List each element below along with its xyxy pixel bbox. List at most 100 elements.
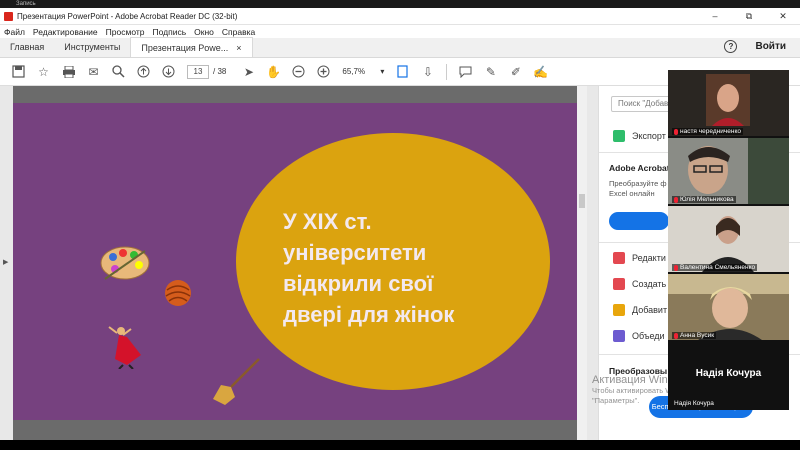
promo-text-line1: Преобразуйте ф (609, 179, 667, 188)
zoom-level-value: 65,7% (342, 66, 366, 76)
menu-window[interactable]: Окно (190, 27, 218, 37)
export-pdf-label: Экспорт (632, 131, 666, 141)
page-total-value: 38 (217, 67, 227, 76)
promo-text-line2: Excel онлайн (609, 189, 655, 198)
participant-name: Юлія Мельникова (672, 196, 736, 203)
dancer-icon (108, 326, 141, 369)
tab-home[interactable]: Главная (0, 37, 54, 57)
zoom-level-select[interactable]: 65,7% ▾ (342, 65, 384, 79)
participant-name: настя чередниченко (672, 128, 743, 135)
tab-document[interactable]: Презентация Powe... × (130, 37, 253, 57)
tab-tools[interactable]: Инструменты (54, 37, 130, 57)
scrollbar-thumb[interactable] (579, 194, 585, 208)
save-icon[interactable] (6, 63, 31, 81)
mic-muted-icon (674, 332, 678, 339)
participant-name-text: настя чередниченко (680, 128, 741, 135)
document-scrollbar[interactable] (577, 86, 587, 440)
taskbar-edge (0, 440, 800, 450)
zoom-out-icon[interactable] (286, 63, 311, 81)
menu-view[interactable]: Просмотр (102, 27, 149, 37)
edit-pdf-tool[interactable]: Редакти (613, 252, 666, 264)
participant-tile[interactable]: настя чередниченко (668, 70, 789, 136)
zoom-search-icon[interactable] (106, 63, 131, 81)
window-title: Презентация PowerPoint - Adobe Acrobat R… (17, 11, 238, 21)
signin-button[interactable]: Войти (755, 41, 786, 52)
export-pdf-icon (613, 130, 625, 142)
video-call-panel: настя чередниченко Юлія Мельникова Вален… (668, 70, 789, 410)
mic-muted-icon (674, 264, 678, 271)
participant-tile[interactable]: Валентина Смельяненко (668, 206, 789, 272)
scroll-mode-icon[interactable]: ⇩ (415, 63, 440, 81)
promo-heading: Adobe Acrobat (609, 163, 670, 173)
mic-muted-icon (674, 128, 678, 135)
minimize-button[interactable]: – (698, 11, 732, 21)
comment-icon[interactable] (453, 63, 478, 81)
page-separator: / (213, 67, 216, 76)
create-pdf-icon (613, 278, 625, 290)
tab-document-label: Презентация Powe... (141, 43, 229, 53)
add-comment-tool[interactable]: Добавит (613, 304, 667, 316)
export-pdf-tool[interactable]: Экспорт (613, 130, 666, 142)
bookmark-star-icon[interactable]: ☆ (31, 63, 56, 81)
palette-icon (100, 246, 150, 280)
next-page-icon[interactable] (156, 63, 181, 81)
tab-close-icon[interactable]: × (236, 43, 241, 53)
participant-name-text: Анна Вусик (680, 332, 715, 339)
toolbar-divider (446, 63, 448, 80)
email-icon[interactable]: ✉ (81, 63, 106, 81)
combine-files-label: Объеди (632, 331, 665, 341)
slide-top-margin (13, 86, 577, 103)
close-button[interactable]: ✕ (766, 11, 800, 22)
participant-video-icon (706, 74, 750, 126)
highlight-pen-icon[interactable]: ✎ (478, 63, 503, 81)
participant-tile[interactable]: Юлія Мельникова (668, 138, 789, 204)
help-icon[interactable]: ? (724, 40, 738, 53)
participant-name: Валентина Смельяненко (672, 264, 758, 271)
slide-text: У XIX ст. університети відкрили свої две… (283, 209, 455, 327)
combine-files-tool[interactable]: Объеди (613, 330, 665, 342)
page-number-input[interactable]: 13 (187, 64, 209, 79)
menu-sign[interactable]: Подпись (149, 27, 191, 37)
add-comment-label: Добавит (632, 305, 668, 315)
acrobat-app-icon (4, 11, 13, 21)
left-panel-toggle-icon[interactable]: ▶ (3, 258, 8, 266)
participant-tile[interactable]: Анна Вусик (668, 274, 789, 340)
menu-file[interactable]: Файл (0, 27, 29, 37)
broom-icon (213, 358, 260, 405)
fill-sign-icon[interactable]: ✍ (528, 63, 553, 81)
page-fit-icon[interactable] (390, 63, 415, 81)
edit-pdf-label: Редакти (632, 253, 666, 263)
slide: У XIX ст. університети відкрили свої две… (13, 103, 577, 420)
tab-bar: Главная Инструменты Презентация Powe... … (0, 37, 800, 58)
menu-edit[interactable]: Редактирование (29, 27, 102, 37)
participant-video-icon (668, 274, 789, 340)
menu-help[interactable]: Справка (218, 27, 259, 37)
edit-pdf-icon (613, 252, 625, 264)
screen: Запись Презентация PowerPoint - Adobe Ac… (0, 0, 800, 450)
recording-indicator: Запись (0, 0, 800, 8)
slide-bottom-margin (13, 420, 577, 440)
active-speaker-tile[interactable]: Надія Кочура Надія Кочура (668, 342, 789, 410)
page-total: / 38 (213, 67, 226, 76)
window-titlebar: Презентация PowerPoint - Adobe Acrobat R… (0, 8, 800, 25)
maximize-button[interactable]: ⧉ (732, 11, 766, 22)
prev-page-icon[interactable] (131, 63, 156, 81)
create-pdf-label: Создать (632, 279, 667, 289)
add-comment-icon (613, 304, 625, 316)
draw-icon[interactable]: ✐ (503, 63, 528, 81)
zoom-in-icon[interactable] (311, 63, 336, 81)
chevron-down-icon: ▾ (380, 66, 385, 76)
hand-tool-icon[interactable]: ✋ (261, 63, 286, 81)
yarn-ball-icon (165, 280, 191, 306)
active-speaker-display-name: Надія Кочура (695, 368, 762, 379)
mic-muted-icon (674, 196, 678, 203)
create-pdf-tool[interactable]: Создать (613, 278, 666, 290)
participant-video-icon (688, 138, 789, 204)
participant-name: Анна Вусик (672, 332, 717, 339)
select-cursor-icon[interactable]: ➤ (236, 63, 261, 81)
participant-name-text: Юлія Мельникова (680, 196, 734, 203)
active-speaker-label: Надія Кочура (672, 400, 714, 407)
print-icon[interactable] (56, 63, 81, 81)
promo-button[interactable] (609, 212, 669, 230)
participant-video-icon (702, 216, 754, 272)
